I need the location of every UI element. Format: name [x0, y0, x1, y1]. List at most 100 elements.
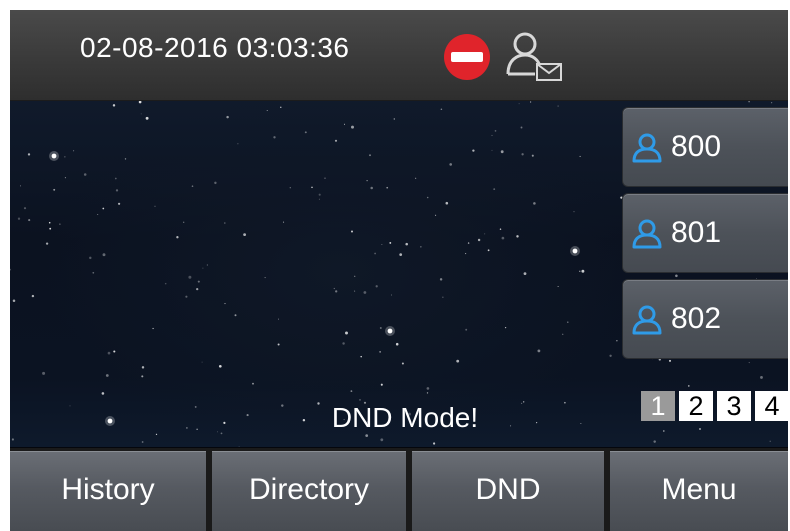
- page-3[interactable]: 3: [717, 391, 751, 421]
- star: [28, 219, 31, 222]
- star: [564, 401, 566, 404]
- star: [141, 441, 144, 443]
- star: [518, 103, 520, 105]
- star: [415, 177, 417, 179]
- star: [278, 318, 279, 320]
- star: [59, 223, 61, 225]
- star: [523, 401, 525, 403]
- star: [141, 366, 145, 369]
- star: [264, 277, 266, 279]
- star: [426, 387, 430, 390]
- star: [42, 371, 46, 375]
- star: [533, 202, 536, 205]
- star: [107, 351, 111, 355]
- star: [201, 361, 203, 363]
- star: [386, 186, 389, 189]
- star: [304, 131, 307, 134]
- star: [536, 422, 538, 424]
- star: [49, 227, 52, 230]
- line-key-label: 801: [671, 216, 722, 249]
- star: [237, 143, 239, 145]
- menu-softkey[interactable]: Menu: [610, 451, 788, 531]
- history-softkey[interactable]: History: [10, 451, 206, 531]
- star: [27, 153, 31, 156]
- star: [350, 390, 353, 392]
- star: [246, 414, 249, 417]
- star: [191, 185, 194, 188]
- star: [393, 118, 396, 120]
- line-key-801[interactable]: 801: [622, 193, 788, 273]
- star: [214, 181, 217, 185]
- star: [370, 186, 373, 190]
- star: [64, 156, 66, 158]
- star: [426, 196, 429, 199]
- page-1[interactable]: 1: [641, 391, 675, 421]
- page-4[interactable]: 4: [755, 391, 788, 421]
- star: [345, 331, 348, 335]
- dnd-mode-message: DND Mode!: [331, 402, 479, 433]
- bright-star: [107, 418, 113, 424]
- user-icon: [632, 219, 662, 249]
- star: [220, 432, 223, 435]
- star: [196, 287, 199, 291]
- star: [141, 375, 144, 378]
- star: [12, 299, 16, 303]
- star: [238, 446, 240, 447]
- star: [145, 116, 149, 120]
- star: [520, 402, 523, 405]
- star: [523, 272, 527, 275]
- star: [771, 102, 773, 104]
- star: [234, 314, 237, 317]
- star: [351, 125, 354, 129]
- star: [334, 139, 338, 142]
- star: [114, 177, 117, 180]
- star: [456, 359, 460, 363]
- star: [197, 280, 200, 283]
- star: [89, 256, 92, 260]
- star: [449, 163, 453, 166]
- directory-softkey[interactable]: Directory: [212, 451, 406, 531]
- star: [487, 249, 490, 252]
- star: [224, 303, 226, 305]
- star: [194, 405, 197, 408]
- star: [10, 268, 11, 271]
- star: [217, 431, 218, 433]
- star: [164, 282, 167, 285]
- star: [31, 294, 35, 298]
- dnd-softkey[interactable]: DND: [412, 451, 604, 531]
- star: [324, 177, 326, 180]
- page-2[interactable]: 2: [679, 391, 713, 421]
- star: [124, 158, 127, 160]
- star: [343, 123, 346, 125]
- star: [748, 100, 750, 103]
- star: [374, 252, 376, 255]
- star: [45, 242, 49, 245]
- star: [351, 230, 353, 233]
- star: [281, 404, 284, 407]
- star: [562, 333, 564, 335]
- star: [266, 110, 268, 111]
- star: [101, 392, 105, 395]
- star: [494, 130, 497, 132]
- star: [440, 108, 443, 111]
- star: [653, 440, 656, 443]
- star: [206, 264, 208, 266]
- star: [359, 399, 361, 401]
- star: [579, 270, 581, 272]
- star: [218, 364, 222, 368]
- softkey-bar: History Directory DND Menu: [10, 448, 788, 531]
- star: [335, 290, 338, 293]
- star: [112, 104, 116, 107]
- star: [573, 211, 575, 213]
- line-key-label: 800: [671, 130, 722, 163]
- star: [138, 100, 142, 104]
- star: [445, 201, 449, 205]
- line-key-802[interactable]: 802: [622, 279, 788, 359]
- star: [579, 155, 581, 157]
- star: [426, 392, 429, 394]
- star: [283, 221, 285, 223]
- star: [491, 134, 493, 136]
- line-key-800[interactable]: 800: [622, 107, 788, 187]
- star: [176, 236, 179, 239]
- star: [557, 105, 559, 107]
